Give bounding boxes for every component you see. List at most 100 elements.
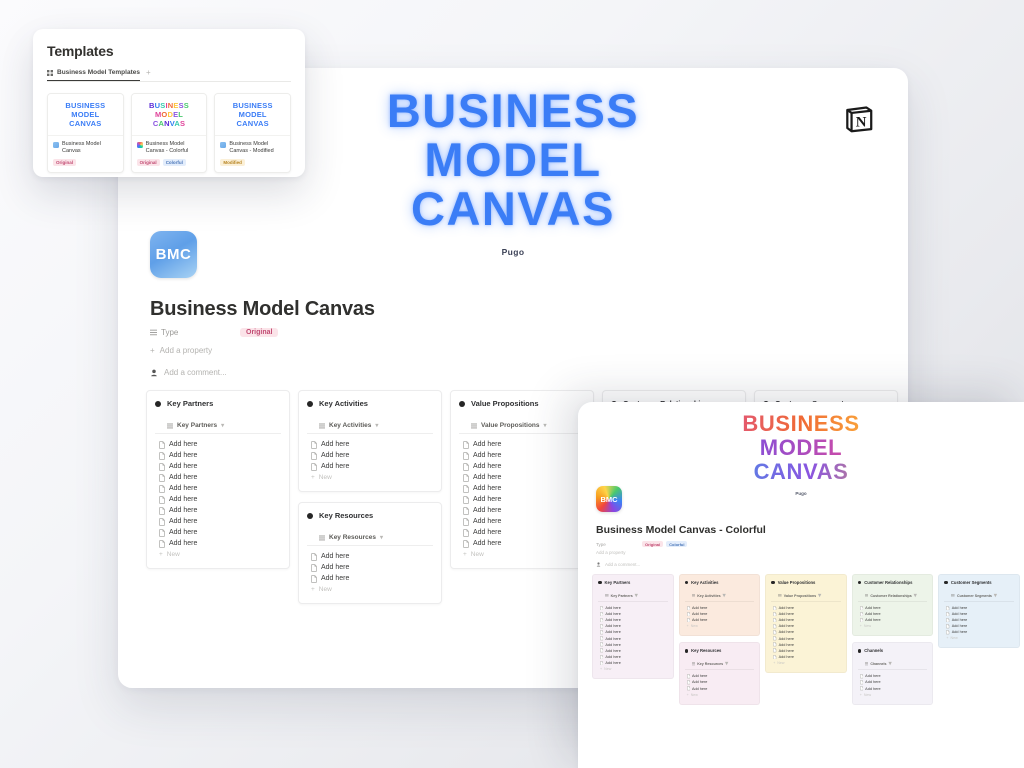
property-type-row[interactable]: Type Original	[150, 328, 279, 337]
document-icon	[600, 612, 604, 617]
plus-icon: +	[311, 474, 315, 481]
database-view-selector[interactable]: Value Propositions ▾	[771, 592, 841, 602]
plus-icon: +	[686, 692, 689, 697]
template-tag[interactable]: Original	[136, 159, 160, 166]
database-view-selector[interactable]: Value Propositions ▾	[459, 422, 585, 434]
database-view-selector[interactable]: Customer Relationships ▾	[857, 592, 928, 602]
colorful-page-icon[interactable]: BMC	[596, 486, 622, 512]
new-item-button[interactable]: + New	[307, 584, 433, 593]
database-view-selector[interactable]: Key Partners ▾	[155, 422, 281, 434]
colorful-card-title: Key Activities	[691, 580, 719, 585]
list-item-label: Add here	[691, 680, 708, 685]
add-comment-field[interactable]: Add a comment...	[150, 368, 227, 377]
list-item[interactable]: Add here	[155, 494, 281, 505]
document-icon	[686, 686, 690, 691]
list-item[interactable]: Add here	[459, 505, 585, 516]
list-item[interactable]: Add here	[307, 562, 433, 573]
template-card[interactable]: BUSINESS MODEL CANVAS Business Model Canvas…	[130, 93, 208, 173]
list-item[interactable]: Add here	[155, 505, 281, 516]
new-item-label: New	[863, 624, 872, 629]
list-item[interactable]: Add here	[155, 516, 281, 527]
page-icon-bmc[interactable]: BMC	[150, 231, 197, 278]
list-item[interactable]: Add here	[307, 461, 433, 472]
list-item[interactable]: Add here	[459, 483, 585, 494]
list-item[interactable]: Add here	[155, 461, 281, 472]
database-view-selector[interactable]: Channels ▾	[857, 660, 928, 671]
list-item[interactable]: Add here	[459, 538, 585, 549]
template-thumbnail: BUSINESS MODEL CANVAS	[48, 94, 123, 136]
document-icon	[773, 624, 777, 629]
new-item-button[interactable]: + New	[944, 635, 1014, 640]
template-card[interactable]: BUSINESS MODEL CANVAS Business Model Canvas…	[214, 93, 292, 173]
list-item[interactable]: Add here	[459, 516, 585, 527]
colorful-board-card: Key Activities Key Activities ▾ Add here Add…	[678, 574, 761, 637]
colorful-columns: Key Partners Key Partners ▾ Add here Add her…	[592, 574, 1020, 705]
chevron-down-icon: ▾	[543, 423, 547, 429]
new-item-button[interactable]: + New	[307, 472, 433, 481]
chevron-down-icon: ▾	[634, 593, 638, 599]
list-item-label: Add here	[169, 529, 198, 536]
status-badge-original[interactable]: Original	[240, 328, 279, 337]
colorful-badge-original[interactable]: Original	[642, 541, 664, 547]
new-item-label: New	[318, 474, 332, 481]
database-view-selector[interactable]: Key Partners ▾	[598, 592, 668, 602]
list-view-icon	[864, 662, 869, 666]
colorful-add-comment-field[interactable]: Add a comment...	[596, 562, 640, 567]
tab-business-model-templates[interactable]: Business Model Templates	[47, 69, 140, 81]
new-item-button[interactable]: + New	[155, 549, 281, 558]
new-item-button[interactable]: + New	[771, 660, 841, 665]
list-item[interactable]: Add here	[459, 527, 585, 538]
colorful-card-title: Customer Segments	[950, 580, 992, 585]
list-item[interactable]: Add here	[307, 439, 433, 450]
new-item-button[interactable]: + New	[858, 692, 928, 697]
chevron-down-icon: ▾	[725, 661, 729, 668]
list-item[interactable]: Add here	[155, 450, 281, 461]
list-item[interactable]: Add here	[307, 551, 433, 562]
list-item[interactable]: Add here	[459, 472, 585, 483]
new-item-button[interactable]: + New	[598, 666, 668, 671]
database-view-selector[interactable]: Key Activities ▾	[307, 422, 433, 434]
colorful-board-column: Key Activities Key Activities ▾ Add here Add…	[678, 574, 761, 705]
colorful-card-title: Channels	[864, 648, 884, 654]
new-item-button[interactable]: + New	[685, 692, 755, 697]
list-view-icon	[864, 594, 869, 597]
new-item-button[interactable]: + New	[459, 549, 585, 558]
list-item[interactable]: Add here	[155, 483, 281, 494]
list-item-label: Add here	[473, 485, 502, 492]
database-view-selector[interactable]: Key Activities ▾	[684, 592, 755, 602]
colorful-property-row[interactable]: Type Original Colorful	[596, 541, 690, 547]
colorful-add-property-button[interactable]: Add a property	[596, 550, 626, 555]
list-item[interactable]: Add here	[155, 538, 281, 549]
list-item-label: Add here	[169, 474, 198, 481]
database-view-selector[interactable]: Key Resources ▾	[307, 534, 433, 546]
list-item[interactable]: Add here	[155, 527, 281, 538]
list-item[interactable]: Add here	[307, 573, 433, 584]
add-comment-label: Add a comment...	[164, 368, 227, 377]
list-item[interactable]: Add here	[459, 461, 585, 472]
add-tab-button[interactable]: +	[146, 68, 151, 77]
new-item-button[interactable]: + New	[858, 623, 928, 628]
comment-icon	[596, 562, 601, 567]
database-view-selector[interactable]: Customer Segments ▾	[944, 592, 1014, 602]
document-icon	[686, 680, 690, 685]
list-item[interactable]: Add here	[155, 439, 281, 450]
template-tag[interactable]: Original	[53, 159, 77, 166]
document-icon	[600, 630, 604, 635]
new-item-button[interactable]: + New	[685, 623, 755, 628]
list-item[interactable]: Add here	[307, 450, 433, 461]
board-card-header: Value Propositions	[459, 399, 585, 408]
add-property-button[interactable]: + Add a property	[150, 346, 212, 355]
template-tag[interactable]: Modified	[220, 159, 245, 166]
thumbnail-line: CANVAS	[152, 119, 186, 128]
database-view-label: Key Partners	[610, 593, 633, 598]
list-item[interactable]: Add here	[459, 439, 585, 450]
list-item[interactable]: Add here	[459, 450, 585, 461]
template-tag[interactable]: Colorful	[162, 159, 186, 166]
colorful-badge-colorful[interactable]: Colorful	[666, 541, 688, 547]
list-item[interactable]: Add here	[459, 494, 585, 505]
list-item-label: Add here	[778, 612, 794, 617]
board-card-title: Key Resources	[319, 511, 374, 520]
database-view-selector[interactable]: Key Resources ▾	[684, 660, 755, 671]
list-item[interactable]: Add here	[155, 472, 281, 483]
template-card[interactable]: BUSINESS MODEL CANVAS Business Model Canvas…	[47, 93, 124, 173]
